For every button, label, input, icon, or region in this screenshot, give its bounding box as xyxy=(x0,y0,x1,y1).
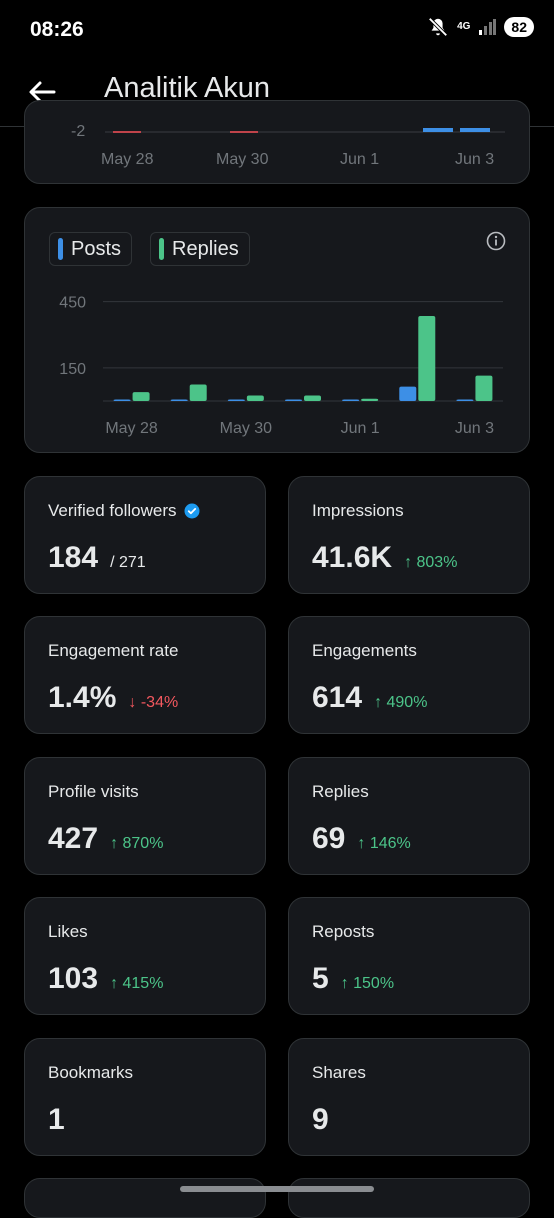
stat-card-replies[interactable]: Replies 69 ↑ 146% xyxy=(288,757,530,875)
stat-value: 1 xyxy=(48,1103,65,1136)
stat-label: Verified followers xyxy=(48,501,200,521)
stat-label: Engagements xyxy=(312,641,417,660)
stat-delta: ↑ 150% xyxy=(340,975,395,992)
stat-label: Profile visits xyxy=(48,782,139,801)
stat-delta: ↓ -34% xyxy=(128,694,179,711)
stat-value: 103 xyxy=(48,962,99,995)
bar-replies xyxy=(418,316,436,401)
stat-value-row: 69 ↑ 146% xyxy=(312,822,411,856)
x-tick-label: Jun 1 xyxy=(341,420,380,437)
status-time: 08:26 xyxy=(30,18,84,41)
stat-label: Replies xyxy=(312,782,369,801)
stat-card-likes[interactable]: Likes 103 ↑ 415% xyxy=(24,897,266,1015)
stat-value-row: 1.4% ↓ -34% xyxy=(48,681,178,715)
bar-posts xyxy=(342,399,360,401)
stat-delta: ↑ 490% xyxy=(374,694,428,711)
stat-card-verified-followers[interactable]: Verified followers 184 / 271 xyxy=(24,476,266,594)
stat-value-row: 9 xyxy=(312,1103,329,1137)
signal-icon xyxy=(479,19,497,35)
top-chart-card: -2 May 28 May 30 Jun 1 Jun 3 xyxy=(24,100,530,184)
stat-delta: ↑ 415% xyxy=(110,975,164,992)
bar-replies xyxy=(361,398,379,401)
x-tick-label: Jun 1 xyxy=(340,151,380,168)
stat-delta: ↑ 870% xyxy=(110,835,164,852)
verified-badge-icon xyxy=(184,503,200,519)
bar-posts xyxy=(227,399,245,401)
stat-value-row: 41.6K ↑ 803% xyxy=(312,541,457,575)
stat-label: Impressions xyxy=(312,501,404,520)
posts-replies-chart-card: Posts Replies 450 150 May 28 May 30 Jun 1 Jun… xyxy=(24,207,530,453)
stat-value: 1.4% xyxy=(48,681,117,714)
stat-card-engagement-rate[interactable]: Engagement rate 1.4% ↓ -34% xyxy=(24,616,266,734)
stat-value: 5 xyxy=(312,962,329,995)
stat-value: 184 xyxy=(48,541,99,574)
stat-value-row: 427 ↑ 870% xyxy=(48,822,163,856)
bar-replies xyxy=(475,375,493,401)
stat-label: Engagement rate xyxy=(48,641,179,660)
next-card-peek xyxy=(24,1178,266,1218)
stat-value-row: 184 / 271 xyxy=(48,541,146,575)
stat-delta: ↑ 803% xyxy=(404,554,458,571)
bar-posts xyxy=(456,399,474,401)
stat-label: Shares xyxy=(312,1063,366,1082)
bar-posts xyxy=(113,399,131,401)
y-tick-label: 450 xyxy=(59,295,86,312)
bar-chart: 450 150 May 28 May 30 Jun 1 Jun 3 xyxy=(59,295,503,437)
stat-card-engagements[interactable]: Engagements 614 ↑ 490% xyxy=(288,616,530,734)
top-chart-baseline xyxy=(105,128,505,133)
x-tick-label: May 28 xyxy=(101,151,154,168)
bar-posts xyxy=(399,386,417,401)
status-bar: 08:26 4G 82 xyxy=(0,0,554,60)
stat-card-profile-visits[interactable]: Profile visits 427 ↑ 870% xyxy=(24,757,266,875)
x-tick-label: May 30 xyxy=(220,420,273,437)
stat-delta: ↑ 146% xyxy=(357,835,411,852)
stat-value-row: 103 ↑ 415% xyxy=(48,962,163,996)
stat-label: Bookmarks xyxy=(48,1063,134,1082)
mute-icon xyxy=(428,17,448,37)
status-icons: 4G 82 xyxy=(427,16,534,38)
x-tick-label: Jun 3 xyxy=(455,420,494,437)
stat-value: 9 xyxy=(312,1103,329,1136)
bar-replies xyxy=(132,392,150,401)
y-tick-label: 150 xyxy=(59,361,86,378)
stat-card-bookmarks[interactable]: Bookmarks 1 xyxy=(24,1038,266,1156)
stat-value: 41.6K xyxy=(312,541,393,574)
bar-replies xyxy=(246,395,264,401)
x-tick-label: May 30 xyxy=(216,151,269,168)
bar-replies xyxy=(304,395,321,401)
network-type: 4G xyxy=(457,21,471,32)
bar-replies xyxy=(189,384,207,401)
stat-value-row: 614 ↑ 490% xyxy=(312,681,427,715)
bar-posts xyxy=(170,399,188,401)
next-card-peek xyxy=(288,1178,530,1218)
stat-value-row: 5 ↑ 150% xyxy=(312,962,394,996)
stat-card-shares[interactable]: Shares 9 xyxy=(288,1038,530,1156)
home-indicator[interactable] xyxy=(180,1186,374,1192)
stat-value-row: 1 xyxy=(48,1103,65,1137)
stat-total: / 271 xyxy=(110,554,146,571)
stat-value: 427 xyxy=(48,822,99,855)
stat-card-reposts[interactable]: Reposts 5 ↑ 150% xyxy=(288,897,530,1015)
stat-value: 614 xyxy=(312,681,363,714)
stat-label: Reposts xyxy=(312,922,375,941)
y-tick-label: -2 xyxy=(71,123,86,140)
stat-value: 69 xyxy=(312,822,346,855)
stat-card-impressions[interactable]: Impressions 41.6K ↑ 803% xyxy=(288,476,530,594)
bar-posts xyxy=(285,399,302,401)
battery-indicator: 82 xyxy=(504,17,534,37)
x-tick-label: May 28 xyxy=(105,420,158,437)
x-tick-label: Jun 3 xyxy=(455,151,495,168)
stat-label: Likes xyxy=(48,922,88,941)
